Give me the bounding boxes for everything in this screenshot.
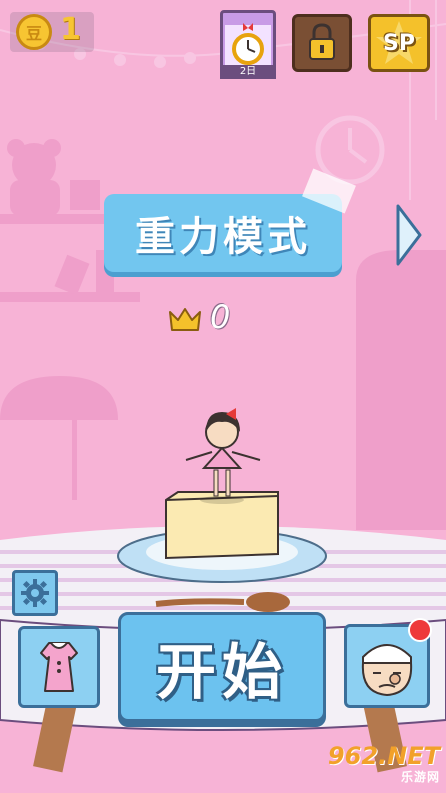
watermark: 962.NET 乐游网 <box>310 744 440 788</box>
lock-icon <box>309 23 335 60</box>
daily-day-label: 2日 <box>220 65 276 79</box>
coin-icon: 豆 <box>16 14 52 50</box>
coin-count: 1 <box>60 12 81 47</box>
sp-label: SP <box>383 30 415 56</box>
start-button[interactable]: 开始 <box>118 612 326 722</box>
settings-button[interactable] <box>12 570 58 616</box>
mode-title: 重力模式 <box>135 214 311 260</box>
watermark-sub: 乐游网 <box>400 770 440 784</box>
watermark-main: 962.NET <box>327 742 440 770</box>
notification-dot <box>408 618 432 642</box>
mode-title-banner: 重力模式 <box>104 194 342 272</box>
sp-mode-button[interactable]: SP <box>368 14 430 72</box>
next-arrow-icon[interactable] <box>394 202 424 268</box>
crown-icon <box>169 308 201 331</box>
locked-mode-button[interactable] <box>292 14 352 72</box>
best-score: 0 <box>210 298 231 336</box>
coin-symbol: 豆 <box>25 24 42 43</box>
dress-icon <box>40 642 78 692</box>
wardrobe-button[interactable] <box>18 626 100 708</box>
gear-icon <box>21 579 49 607</box>
start-label: 开始 <box>156 637 288 708</box>
alarm-clock-icon <box>225 23 271 69</box>
